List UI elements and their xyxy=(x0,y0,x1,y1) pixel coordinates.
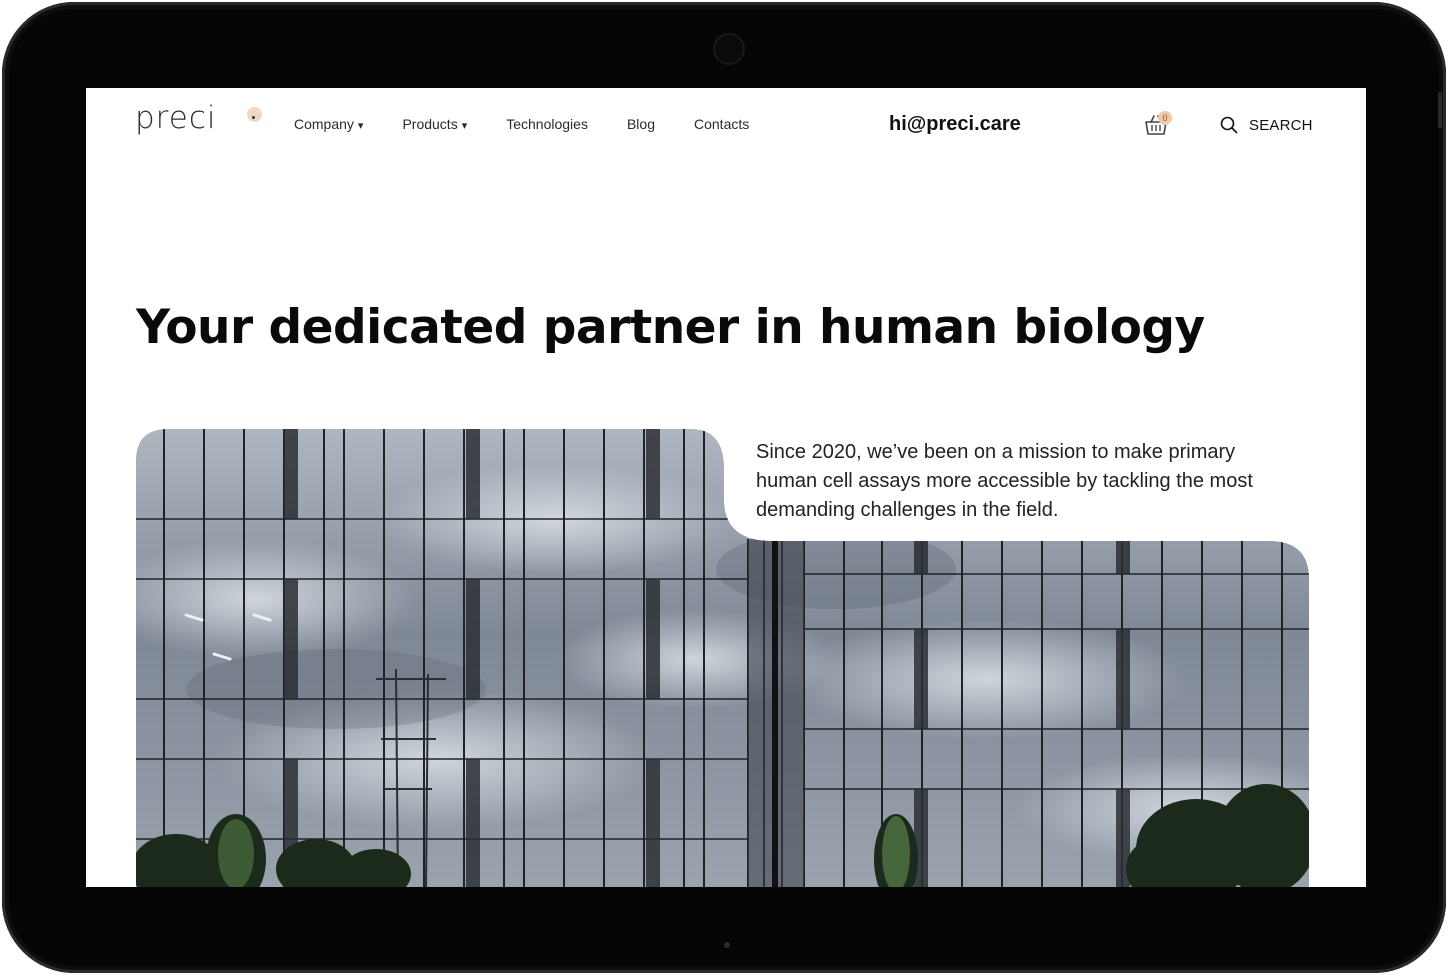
nav-item-technologies[interactable]: Technologies xyxy=(506,116,588,132)
camera-icon xyxy=(713,33,745,65)
cart-button[interactable]: 0 xyxy=(1143,111,1172,140)
nav-item-contacts[interactable]: Contacts xyxy=(694,116,749,132)
hero-intro-text: Since 2020, we’ve been on a mission to m… xyxy=(756,441,1253,521)
nav-item-label: Company xyxy=(294,116,354,132)
nav-item-company[interactable]: Company ▾ xyxy=(294,116,363,132)
search-label: SEARCH xyxy=(1249,116,1313,134)
logo-dot-icon xyxy=(247,107,262,122)
nav-item-label: Products xyxy=(402,116,458,132)
chevron-down-icon: ▾ xyxy=(357,120,364,132)
search-icon xyxy=(1220,116,1238,134)
website-screen: preci Company ▾ Products ▾ Technologies Bl… xyxy=(86,88,1366,887)
side-button xyxy=(1438,92,1442,128)
hero-title: Your dedicated partner in human biology xyxy=(136,300,1205,355)
chevron-down-icon: ▾ xyxy=(461,120,468,132)
home-indicator xyxy=(724,942,730,948)
main-nav: Company ▾ Products ▾ Technologies Blog Con… xyxy=(294,116,788,132)
site-header: preci Company ▾ Products ▾ Technologies Bl… xyxy=(86,88,1366,168)
search-button[interactable]: SEARCH xyxy=(1220,116,1313,134)
nav-item-blog[interactable]: Blog xyxy=(627,116,655,132)
nav-item-products[interactable]: Products ▾ xyxy=(402,116,467,132)
logo[interactable]: preci xyxy=(135,100,262,136)
cart-count-badge: 0 xyxy=(1158,111,1172,125)
logo-text: preci xyxy=(135,100,217,136)
contact-email-link[interactable]: hi@preci.care xyxy=(889,113,1021,136)
